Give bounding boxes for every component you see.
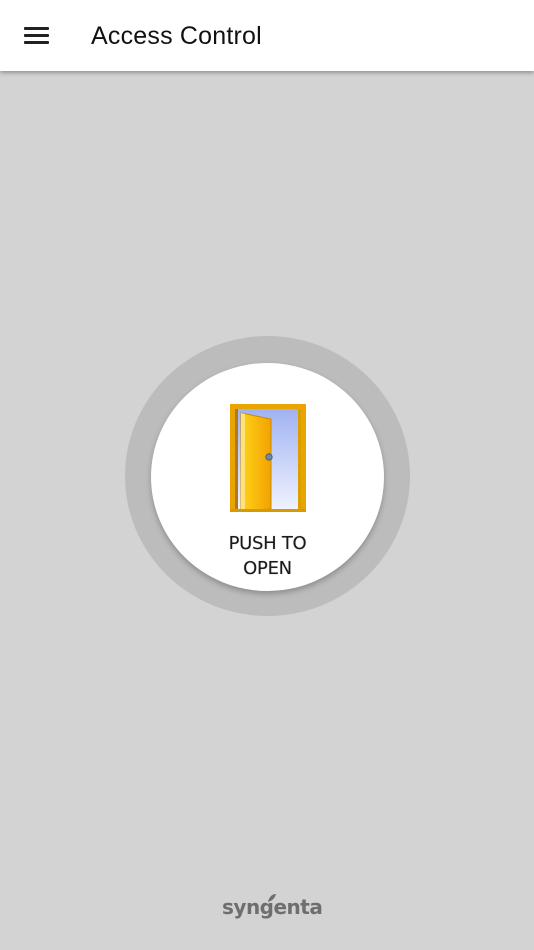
menu-icon-bar (24, 41, 49, 44)
app-screen: Access Control PUSH TO OPEN syngenta (0, 0, 534, 950)
syngenta-logo: syngenta (222, 893, 323, 927)
push-to-open-button[interactable]: PUSH TO OPEN (151, 363, 384, 591)
push-label-line1: PUSH TO (228, 533, 307, 554)
push-label-line2: OPEN (243, 558, 292, 579)
app-bar: Access Control (0, 0, 534, 71)
page-title: Access Control (91, 22, 262, 50)
menu-icon-bar (24, 34, 49, 37)
door-open-icon (230, 404, 306, 512)
menu-button[interactable] (13, 13, 59, 57)
brand-name: syngenta (222, 895, 323, 919)
menu-icon-bar (24, 27, 49, 30)
push-to-open-label: PUSH TO OPEN (151, 531, 384, 581)
